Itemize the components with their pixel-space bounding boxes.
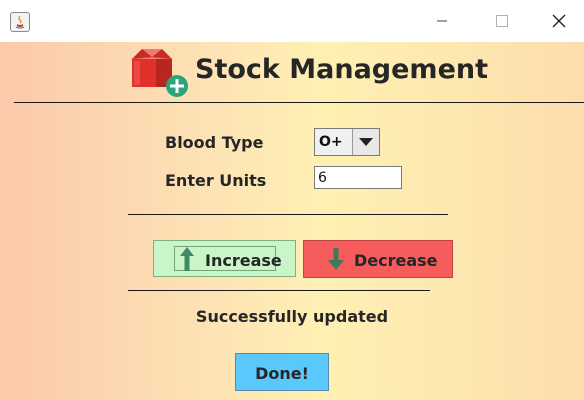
done-button[interactable]: Done! [235,353,329,391]
status-message: Successfully updated [0,307,584,326]
close-button[interactable] [536,0,582,42]
arrow-up-icon [180,247,194,271]
maximize-button[interactable] [479,0,525,42]
decrease-label: Decrease [354,251,438,270]
divider-bottom [128,290,430,291]
units-field[interactable] [314,166,402,189]
chevron-down-icon [359,138,373,146]
java-app-icon [10,12,30,32]
maximize-icon [496,15,508,27]
blood-type-label: Blood Type [165,133,264,152]
divider-top [14,102,584,103]
title-bar [0,0,584,42]
minimize-button[interactable] [419,0,465,42]
dropdown-arrow-button[interactable] [352,129,379,155]
units-label: Enter Units [165,171,267,190]
status-text: Successfully updated [195,307,389,326]
blood-bag-add-icon [132,49,188,97]
decrease-button[interactable]: Decrease [303,240,453,278]
page-title: Stock Management [195,54,489,85]
stock-management-window: Stock Management Blood Type O+ Enter Uni… [0,0,584,400]
blood-type-value: O+ [319,134,343,150]
close-icon [552,14,566,28]
blood-type-select[interactable]: O+ [314,128,380,156]
minimize-icon [437,20,447,22]
increase-label: Increase [205,251,282,270]
increase-button[interactable]: Increase [153,240,296,277]
divider-middle [128,214,448,215]
done-label: Done! [255,364,309,383]
arrow-down-icon [328,248,344,270]
